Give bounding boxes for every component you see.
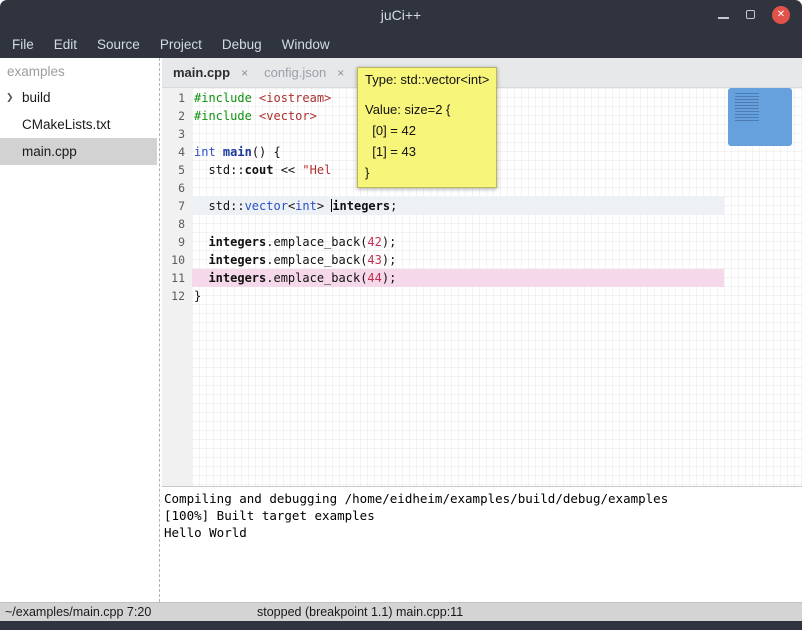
tooltip-value-line: Value: size=2 { [365, 99, 489, 120]
tree-item-build[interactable]: ❯build [0, 84, 157, 111]
code-line-10[interactable]: 10 integers.emplace_back(43); [162, 251, 724, 269]
minimap[interactable] [724, 88, 802, 486]
tooltip-value-line: [1] = 43 [365, 141, 489, 162]
line-content: integers.emplace_back(42); [192, 233, 724, 251]
line-number[interactable]: 11 [162, 269, 192, 287]
line-content: integers.emplace_back(43); [192, 251, 724, 269]
tree-item-cmakelists-txt[interactable]: CMakeLists.txt [0, 111, 157, 138]
output-line: Hello World [164, 524, 802, 541]
close-button[interactable]: ✕ [772, 6, 790, 24]
line-content: integers.emplace_back(44); [192, 269, 724, 287]
line-number[interactable]: 6 [162, 179, 192, 197]
tab-label: config.json [264, 65, 326, 80]
tooltip-value-line: [0] = 42 [365, 120, 489, 141]
code-line-11[interactable]: 11 integers.emplace_back(44); [162, 269, 724, 287]
tree-item-label: build [22, 90, 51, 105]
tree-item-label: CMakeLists.txt [22, 117, 111, 132]
expander-icon[interactable]: ❯ [6, 92, 22, 103]
menubar: FileEditSourceProjectDebugWindow [0, 30, 802, 58]
window-controls: ✕ [718, 0, 790, 30]
cursor-location: ~/examples/main.cpp 7:20 [5, 605, 151, 619]
code-line-12[interactable]: 12} [162, 287, 724, 305]
tree-item-main-cpp[interactable]: main.cpp [0, 138, 157, 165]
code-line-7[interactable]: 7 std::vector<int> integers; [162, 197, 724, 215]
debug-status: stopped (breakpoint 1.1) main.cpp:11 [257, 605, 463, 619]
close-icon: ✕ [777, 10, 785, 20]
statusbar: ~/examples/main.cpp 7:20 stopped (breakp… [0, 602, 802, 621]
line-number[interactable]: 1 [162, 89, 192, 107]
menu-debug[interactable]: Debug [212, 30, 272, 58]
menu-project[interactable]: Project [150, 30, 212, 58]
line-number[interactable]: 2 [162, 107, 192, 125]
minimize-button[interactable] [718, 6, 729, 24]
close-tab-icon[interactable]: × [241, 66, 248, 80]
output-panel[interactable]: Compiling and debugging /home/eidheim/ex… [162, 488, 802, 602]
code-line-8[interactable]: 8 [162, 215, 724, 233]
code-line-9[interactable]: 9 integers.emplace_back(42); [162, 233, 724, 251]
line-number[interactable]: 12 [162, 287, 192, 305]
titlebar: juCi++ ✕ [0, 0, 802, 30]
debug-value-tooltip: Type: std::vector<int> Value: size=2 { [… [357, 67, 497, 188]
minimize-icon [718, 17, 729, 19]
window-title: juCi++ [381, 7, 421, 23]
tab-label: main.cpp [173, 65, 230, 80]
line-number[interactable]: 9 [162, 233, 192, 251]
line-number[interactable]: 7 [162, 197, 192, 215]
menu-file[interactable]: File [2, 30, 44, 58]
menu-window[interactable]: Window [272, 30, 340, 58]
tooltip-value-block: Value: size=2 { [0] = 42 [1] = 43} [365, 99, 489, 183]
line-number[interactable]: 3 [162, 125, 192, 143]
tab-main-cpp[interactable]: main.cpp × [173, 58, 248, 87]
menu-source[interactable]: Source [87, 30, 150, 58]
output-line: [100%] Built target examples [164, 507, 802, 524]
line-content: } [192, 287, 724, 305]
restore-icon [746, 10, 755, 19]
line-number[interactable]: 8 [162, 215, 192, 233]
project-name: examples [0, 58, 157, 84]
tree-item-label: main.cpp [22, 144, 77, 159]
menu-edit[interactable]: Edit [44, 30, 87, 58]
file-tree: ❯build CMakeLists.txt main.cpp [0, 84, 157, 165]
line-content: std::vector<int> integers; [192, 197, 724, 215]
line-number[interactable]: 10 [162, 251, 192, 269]
line-number[interactable]: 5 [162, 161, 192, 179]
window-bottom-edge [0, 621, 802, 630]
line-content [192, 215, 724, 233]
file-tree-panel: examples ❯build CMakeLists.txt main.cpp [0, 58, 157, 602]
app-window: juCi++ ✕ FileEditSourceProjectDebugWindo… [0, 0, 802, 630]
restore-button[interactable] [746, 6, 755, 24]
line-number[interactable]: 4 [162, 143, 192, 161]
tooltip-value-line: } [365, 162, 489, 183]
output-line: Compiling and debugging /home/eidheim/ex… [164, 490, 802, 507]
minimap-viewport-indicator[interactable] [728, 88, 792, 146]
tooltip-type-line: Type: std::vector<int> [365, 70, 489, 90]
close-tab-icon[interactable]: × [337, 66, 344, 80]
tab-config-json[interactable]: config.json × [264, 58, 344, 87]
